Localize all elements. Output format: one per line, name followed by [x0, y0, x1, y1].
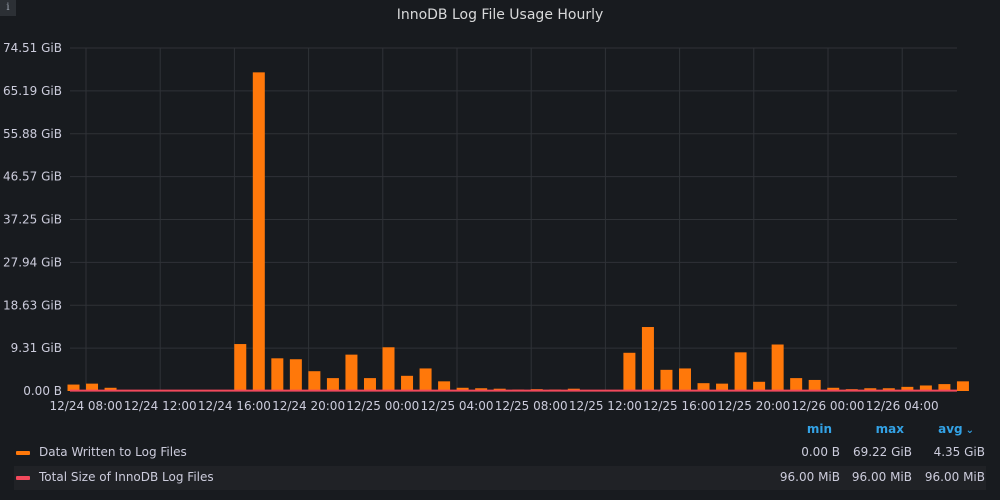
- y-axis: 0.00 B 9.31 GiB 18.63 GiB 27.94 GiB 37.25 Gi…: [3, 41, 62, 398]
- legend-series-name[interactable]: Data Written to Log Files: [39, 445, 187, 459]
- x-tick-label: 12/24 12:00: [124, 399, 197, 413]
- legend-header-avg-label: avg: [938, 422, 963, 436]
- bar: [308, 371, 321, 391]
- bar: [252, 72, 265, 391]
- series-color-swatch[interactable]: [16, 451, 30, 455]
- legend-min-value: 0.00 B: [801, 445, 840, 459]
- x-tick-label: 12/25 20:00: [717, 399, 790, 413]
- chart-area: 0.00 B 9.31 GiB 18.63 GiB 27.94 GiB 37.25 Gi…: [3, 41, 969, 413]
- legend-header-avg[interactable]: avg ⌄: [924, 422, 974, 438]
- bar: [363, 378, 376, 391]
- bar: [289, 359, 302, 391]
- legend-max-value: 96.00 MiB: [851, 470, 912, 484]
- x-tick-label: 12/25 00:00: [346, 399, 419, 413]
- bar: [326, 378, 339, 391]
- legend-avg-value: 96.00 MiB: [924, 470, 985, 484]
- legend-min-value: 96.00 MiB: [779, 470, 840, 484]
- y-tick-label: 65.19 GiB: [3, 84, 62, 98]
- bar: [419, 368, 432, 391]
- y-tick-label: 55.88 GiB: [3, 127, 62, 141]
- bar: [382, 347, 395, 391]
- x-tick-label: 12/25 08:00: [495, 399, 568, 413]
- chart-grid: [70, 47, 957, 392]
- legend-avg-value: 4.35 GiB: [933, 445, 985, 459]
- bar: [641, 327, 654, 391]
- bar: [678, 368, 691, 391]
- bar: [790, 378, 803, 391]
- x-tick-label: 12/24 08:00: [50, 399, 123, 413]
- bar: [956, 381, 969, 391]
- y-tick-label: 27.94 GiB: [3, 255, 62, 269]
- bar: [660, 369, 673, 391]
- y-tick-label: 74.51 GiB: [3, 41, 62, 55]
- x-tick-label: 12/25 04:00: [421, 399, 494, 413]
- y-tick-label: 0.00 B: [23, 384, 62, 398]
- bar: [808, 379, 821, 391]
- x-axis: 12/24 08:00 12/24 12:00 12/24 16:00 12/24 2…: [50, 399, 939, 413]
- x-tick-label: 12/25 12:00: [569, 399, 642, 413]
- y-tick-label: 9.31 GiB: [11, 341, 62, 355]
- bar: [734, 352, 747, 391]
- y-tick-label: 46.57 GiB: [3, 170, 62, 184]
- bar: [234, 344, 247, 391]
- legend-header-max[interactable]: max: [854, 422, 904, 438]
- x-tick-label: 12/26 00:00: [792, 399, 865, 413]
- legend-header-min[interactable]: min: [782, 422, 832, 438]
- bar-series: [67, 72, 969, 391]
- y-tick-label: 37.25 GiB: [3, 213, 62, 227]
- legend-row-data-written[interactable]: Data Written to Log Files 0.00 B 69.22 G…: [14, 441, 986, 465]
- legend-series-name[interactable]: Total Size of InnoDB Log Files: [39, 470, 214, 484]
- legend-max-value: 69.22 GiB: [852, 445, 912, 459]
- x-tick-label: 12/24 16:00: [198, 399, 271, 413]
- bar: [771, 344, 784, 391]
- bar: [271, 358, 284, 391]
- graph-panel: i InnoDB Log File Usage Hourly 0.00 B 9.3…: [0, 0, 1000, 500]
- series-color-swatch[interactable]: [16, 476, 30, 480]
- bar: [401, 375, 414, 391]
- chevron-down-icon: ⌄: [965, 425, 974, 436]
- bar: [623, 352, 636, 391]
- x-tick-label: 12/25 16:00: [643, 399, 716, 413]
- x-tick-label: 12/26 04:00: [866, 399, 939, 413]
- bar: [345, 354, 358, 391]
- y-tick-label: 18.63 GiB: [3, 298, 62, 312]
- bar: [438, 381, 451, 391]
- x-tick-label: 12/24 20:00: [272, 399, 345, 413]
- legend-row-total-size[interactable]: Total Size of InnoDB Log Files 96.00 MiB…: [14, 466, 986, 490]
